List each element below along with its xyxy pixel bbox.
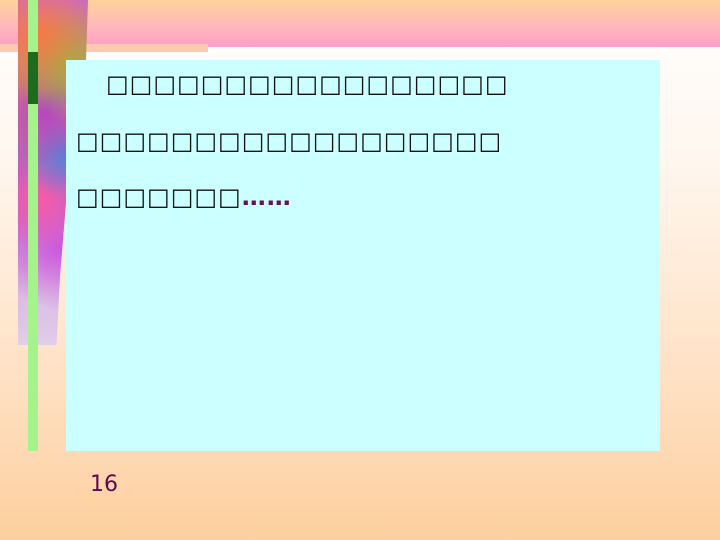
body-text-line-2: □□□□□□□□□□□□□□□□□□ [76, 127, 503, 155]
vertical-accent-bar-dark [28, 52, 38, 104]
body-text-line-1: □□□□□□□□□□□□□□□□□ [106, 70, 509, 98]
body-text-line-3: □□□□□□□…… [76, 183, 292, 211]
page-number: 16 [90, 472, 118, 497]
slide-header-band [0, 0, 720, 47]
slide-content-box: □□□□□□□□□□□□□□□□□ □□□□□□□□□□□□□□□□□□ □□□… [66, 60, 660, 451]
ellipsis: …… [241, 183, 292, 211]
body-text-line-3-text: □□□□□□□ [76, 183, 242, 211]
